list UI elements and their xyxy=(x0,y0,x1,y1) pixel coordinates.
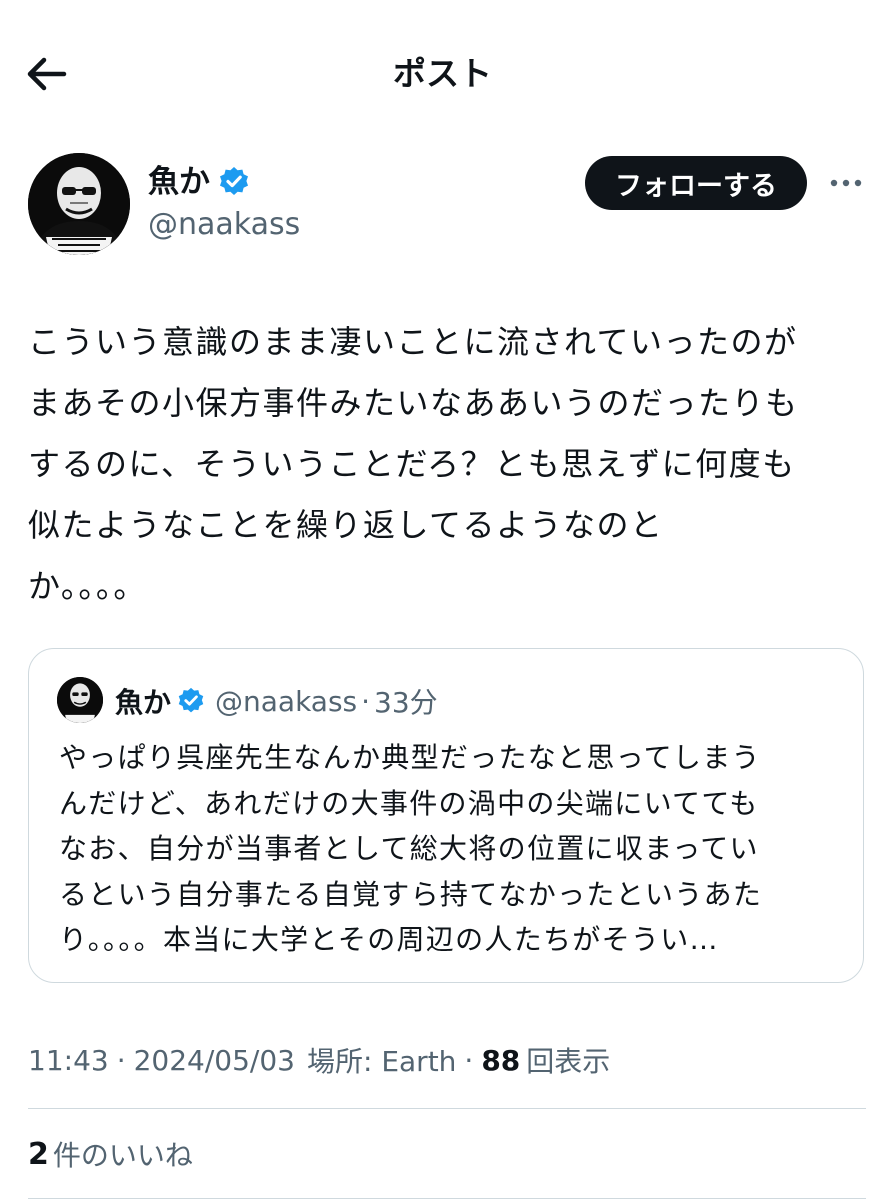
post-text-line: か。。。。 xyxy=(28,567,147,605)
quoted-post-time: 33分 xyxy=(374,686,438,719)
quoted-post-text: やっぱり呉座先生なんか典型だったなと思ってしまう んだけど、あれだけの大事件の渦… xyxy=(59,735,849,963)
quoted-text-line: なお、自分が当事者として総大将の位置に収まってい xyxy=(59,832,759,865)
verified-badge-icon xyxy=(220,167,248,195)
page-title: ポスト xyxy=(393,54,492,93)
separator-dot: · xyxy=(361,684,371,718)
quoted-text-line: んだけど、あれだけの大事件の渦中の尖端にいてても xyxy=(59,786,759,820)
likes-count[interactable]: 2 xyxy=(28,1137,49,1172)
follow-button[interactable]: フォローする xyxy=(585,156,807,210)
post-text-line: まあその小保方事件みたいなああいうのだったりも xyxy=(28,384,799,422)
post-location: 場所: Earth xyxy=(307,1045,457,1078)
quoted-text-line: るという自分事たる自覚すら持てなかったというあた xyxy=(59,877,763,911)
likes-label[interactable]: 件のいいね xyxy=(53,1134,193,1174)
post-text-line: こういう意識のまま凄いことに流されていったのが xyxy=(28,323,798,361)
quoted-text-line: り。。。。本当に大学とその周辺の人たちがそうい… xyxy=(59,923,719,956)
post-text: こういう意識のまま凄いことに流されていったのが まあその小保方事件みたいなああい… xyxy=(28,312,874,617)
separator-dot: · xyxy=(464,1043,474,1077)
more-horizontal-icon xyxy=(830,179,862,187)
author-display-name[interactable]: 魚か xyxy=(148,162,210,202)
post-time[interactable]: 11:43 xyxy=(28,1044,109,1077)
post-date[interactable]: 2024/05/03 xyxy=(134,1044,295,1077)
quoted-author-avatar xyxy=(57,677,103,723)
divider xyxy=(28,1108,866,1109)
author-name-row[interactable]: 魚か xyxy=(148,162,250,202)
likes-summary[interactable]: 2 件のいいね xyxy=(28,1132,193,1176)
views-label: 回表示 xyxy=(526,1045,611,1078)
views-count: 88 xyxy=(481,1043,521,1077)
avatar-image xyxy=(28,153,130,255)
top-bar: ポスト xyxy=(0,0,885,140)
post-metadata: 11:43 · 2024/05/03 場所: Earth · 88 回表示 xyxy=(28,1038,610,1082)
quoted-author-handle: @naakass xyxy=(215,684,358,718)
post-text-line: 似たようなことを繰り返してるようなのと xyxy=(28,506,664,544)
quoted-text-line: やっぱり呉座先生なんか典型だったなと思ってしまう xyxy=(59,741,761,774)
quoted-author-name: 魚か xyxy=(115,686,172,719)
avatar-image xyxy=(57,677,103,723)
quoted-post-header: 魚か @naakass · 33分 xyxy=(115,679,438,723)
post-text-line: するのに、そういうことだろ？とも思えずに何度も xyxy=(28,445,796,483)
quoted-post-card[interactable]: 魚か @naakass · 33分 やっぱり呉座先生なんか典型だったなと思ってし… xyxy=(28,648,864,983)
verified-badge-icon xyxy=(178,687,204,713)
more-options-button[interactable] xyxy=(828,168,864,198)
author-avatar[interactable] xyxy=(28,153,130,255)
author-handle[interactable]: @naakass xyxy=(148,205,300,245)
separator-dot: · xyxy=(116,1043,126,1077)
divider xyxy=(28,1198,866,1199)
